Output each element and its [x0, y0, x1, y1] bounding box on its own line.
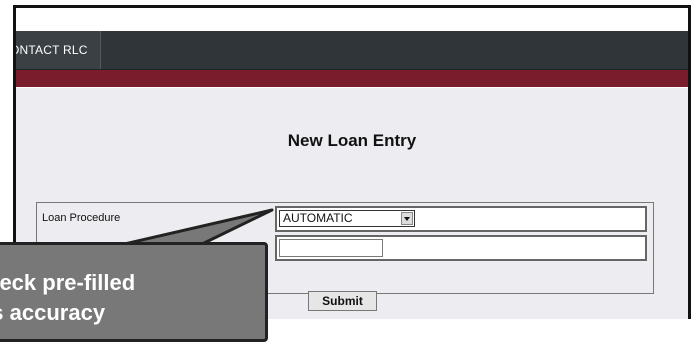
- loan-procedure-label: Loan Procedure: [42, 212, 121, 224]
- loan-procedure-value: AUTOMATIC: [283, 211, 353, 225]
- dropdown-arrow-icon[interactable]: [401, 212, 413, 225]
- loan-procedure-select[interactable]: AUTOMATIC: [279, 210, 415, 227]
- page-title: New Loan Entry: [287, 131, 417, 150]
- callout-line-2: ’s accuracy: [0, 300, 106, 325]
- top-navigation: ONTACT RLC: [16, 31, 688, 70]
- callout-line-1: heck pre-filled: [0, 270, 136, 295]
- callout-text: heck pre-filled ’s accuracy: [0, 268, 135, 328]
- second-field-cell: [275, 235, 647, 261]
- second-text-input[interactable]: [279, 239, 383, 257]
- nav-item-contact[interactable]: ONTACT RLC: [13, 31, 101, 69]
- accent-bar: [16, 70, 688, 87]
- loan-procedure-cell: AUTOMATIC: [275, 206, 647, 232]
- submit-button[interactable]: Submit: [308, 291, 377, 311]
- page-header-space: [16, 8, 688, 31]
- nav-item-label: ONTACT RLC: [13, 43, 88, 57]
